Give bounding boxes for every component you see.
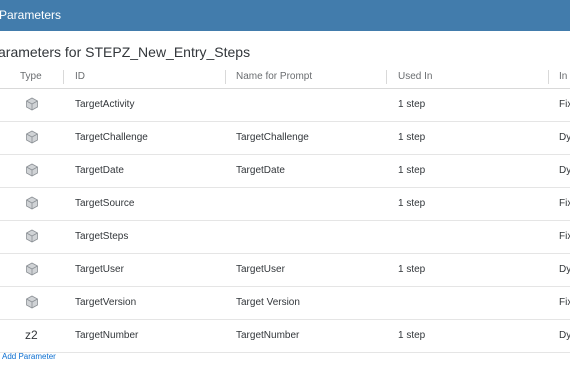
cell-id: TargetDate (75, 165, 124, 176)
column-separator[interactable] (225, 70, 226, 84)
type-number-icon: z2 (25, 328, 38, 342)
cell-input: Fix (559, 99, 570, 110)
dialog-header: Parameters (0, 0, 570, 31)
object-cube-icon (25, 229, 39, 243)
col-header-input[interactable]: In (559, 70, 567, 83)
col-header-name-for-prompt[interactable]: Name for Prompt (236, 70, 312, 83)
column-separator[interactable] (63, 70, 64, 84)
cell-input: Dy (559, 330, 570, 341)
parameters-table: Type ID Name for Prompt Used In In Targe… (0, 66, 570, 353)
cell-id: TargetSource (75, 198, 135, 209)
cell-name-for-prompt: TargetChallenge (236, 132, 309, 143)
table-row[interactable]: TargetSteps Fix (0, 221, 570, 254)
object-cube-icon (25, 97, 39, 111)
col-header-id[interactable]: ID (75, 70, 85, 83)
cell-used-in: 1 step (398, 99, 426, 110)
table-row[interactable]: TargetUser TargetUser 1 step Dy (0, 254, 570, 287)
table-row[interactable]: TargetChallenge TargetChallenge 1 step Dy (0, 122, 570, 155)
cell-name-for-prompt: Target Version (236, 297, 300, 308)
section-title: arameters for STEPZ_New_Entry_Steps (0, 44, 251, 60)
cell-id: TargetNumber (75, 330, 139, 341)
table-row[interactable]: TargetActivity 1 step Fix (0, 89, 570, 122)
object-cube-icon (25, 163, 39, 177)
cell-input: Dy (559, 165, 570, 176)
table-row[interactable]: TargetDate TargetDate 1 step Dy (0, 155, 570, 188)
cell-input: Dy (559, 264, 570, 275)
col-header-type[interactable]: Type (20, 70, 42, 83)
object-cube-icon (25, 196, 39, 210)
cell-id: TargetSteps (75, 231, 129, 242)
cell-id: TargetVersion (75, 297, 137, 308)
column-separator[interactable] (386, 70, 387, 84)
cell-name-for-prompt: TargetUser (236, 264, 285, 275)
cell-id: TargetActivity (75, 99, 135, 110)
cell-id: TargetChallenge (75, 132, 148, 143)
cell-input: Fix (559, 231, 570, 242)
column-separator[interactable] (548, 70, 549, 84)
cell-name-for-prompt: TargetNumber (236, 330, 300, 341)
cell-used-in: 1 step (398, 132, 426, 143)
table-row[interactable]: TargetSource 1 step Fix (0, 188, 570, 221)
cell-used-in: 1 step (398, 165, 426, 176)
cell-input: Fix (559, 297, 570, 308)
dialog-title: Parameters (0, 8, 62, 22)
object-cube-icon (25, 262, 39, 276)
cell-id: TargetUser (75, 264, 124, 275)
add-parameter-link[interactable]: Add Parameter (2, 352, 56, 362)
table-row[interactable]: TargetVersion Target Version Fix (0, 287, 570, 320)
cell-name-for-prompt: TargetDate (236, 165, 285, 176)
cell-used-in: 1 step (398, 264, 426, 275)
object-cube-icon (25, 130, 39, 144)
table-header: Type ID Name for Prompt Used In In (0, 66, 570, 89)
object-cube-icon (25, 295, 39, 309)
table-row[interactable]: z2 TargetNumber TargetNumber 1 step Dy (0, 320, 570, 353)
cell-input: Fix (559, 198, 570, 209)
cell-input: Dy (559, 132, 570, 143)
col-header-used-in[interactable]: Used In (398, 70, 432, 83)
cell-used-in: 1 step (398, 330, 426, 341)
cell-used-in: 1 step (398, 198, 426, 209)
